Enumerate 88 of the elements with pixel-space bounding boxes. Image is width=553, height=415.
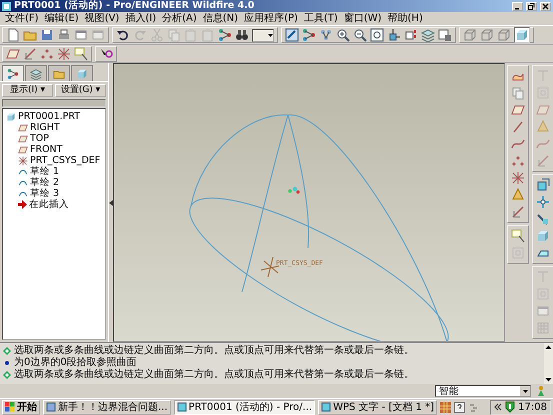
menu-item[interactable]: 窗口(W): [340, 12, 385, 25]
filter-dropdown[interactable]: 智能: [435, 385, 531, 397]
navigator-tab[interactable]: [2, 65, 24, 82]
caret-icon: [268, 34, 273, 36]
csys-icon: [18, 156, 28, 166]
tree-item[interactable]: RIGHT: [30, 122, 60, 133]
taskbar-button[interactable]: 新手！！边界混合问题...: [43, 400, 171, 414]
message-text: 为0边界的0段拾取参照曲面: [14, 357, 137, 368]
cone-icon[interactable]: [511, 188, 525, 202]
datum-plane-icon[interactable]: [6, 46, 20, 60]
layers-icon[interactable]: [30, 68, 42, 80]
menu-item[interactable]: 分析(A): [159, 12, 200, 25]
menu-item[interactable]: 视图(V): [82, 12, 122, 25]
menu-item[interactable]: 插入(I): [122, 12, 160, 25]
taskbar-button[interactable]: WPS 文字 - [文档 1 *]: [318, 400, 438, 414]
sketch-icon[interactable]: [511, 229, 525, 243]
help-cursor-icon[interactable]: [99, 46, 113, 60]
navigator-tab[interactable]: [71, 65, 93, 81]
point-icon[interactable]: [511, 154, 525, 168]
navigator-menu-button[interactable]: 显示(I) ▾: [2, 84, 53, 97]
tree-item[interactable]: TOP: [30, 133, 50, 144]
refit-icon[interactable]: [370, 28, 384, 42]
app-icon: [2, 2, 11, 10]
repaint-icon[interactable]: [285, 28, 299, 42]
new-file-icon[interactable]: [6, 28, 20, 42]
window-icon: [321, 402, 332, 412]
tree-item[interactable]: 草绘 1: [30, 165, 60, 178]
clock: 17:08: [518, 402, 547, 412]
shield-icon[interactable]: [505, 401, 516, 413]
taskbar-button[interactable]: PRT0001 (活动的) - Pro/...: [174, 400, 316, 414]
start-button[interactable]: 开始: [2, 400, 40, 414]
close-button[interactable]: [540, 2, 551, 10]
datum-point-icon[interactable]: [40, 46, 54, 60]
print-icon[interactable]: [57, 28, 71, 42]
part-icon: [6, 112, 16, 122]
navigator-menu-button[interactable]: 设置(G) ▾: [55, 84, 106, 97]
caret-icon: [522, 390, 528, 392]
coordinate-system-icon[interactable]: [57, 46, 71, 60]
bullet-icon: [3, 359, 11, 367]
curve-icon[interactable]: [511, 137, 525, 151]
scroll-up-icon[interactable]: [544, 343, 553, 352]
windows-flag-icon: [5, 402, 15, 412]
message-text: 选取两条或多条曲线或边链定义曲面第二方向。点或顶点可用来代替第一条或最后一条链。: [14, 345, 414, 356]
restore-button[interactable]: [526, 2, 537, 10]
chevron-icon[interactable]: [494, 403, 502, 411]
menu-item[interactable]: 帮助(H): [384, 12, 426, 25]
tree-item[interactable]: 在此插入: [29, 198, 69, 211]
csys-icon[interactable]: [511, 171, 525, 185]
collapse-arrow-icon[interactable]: [109, 200, 113, 206]
window-icon: [176, 402, 187, 412]
message-text: 选取两条或多条曲线或边链定义曲面第二方向。点或顶点可用来代替第一条或最后一条链。: [14, 369, 414, 381]
tree-item[interactable]: 草绘 3: [30, 187, 60, 200]
window-title: PRT0001 (活动的) - Pro/ENGINEER Wildfire 4.0: [14, 0, 256, 12]
axis-icon[interactable]: [511, 120, 525, 134]
find-icon[interactable]: [235, 28, 249, 42]
plane-icon[interactable]: [511, 103, 525, 117]
help-icon[interactable]: [454, 402, 466, 412]
sketch-tool-icon[interactable]: [74, 46, 88, 60]
menu-item[interactable]: 文件(F): [2, 12, 42, 25]
restore-icon: [528, 2, 535, 10]
undo-icon[interactable]: [116, 28, 130, 42]
scrollbar[interactable]: [544, 343, 553, 384]
move-icon[interactable]: [536, 195, 550, 209]
minimize-button[interactable]: [512, 2, 523, 10]
selection-filter-dropdown[interactable]: [252, 28, 274, 42]
menu-item[interactable]: 信息(N): [200, 12, 242, 25]
shading-icon[interactable]: [515, 28, 529, 42]
prompt-diamond-icon: [3, 347, 11, 355]
prompt-diamond-icon: [3, 371, 11, 379]
tree-item[interactable]: PRT_CSYS_DEF: [30, 155, 100, 166]
wireframe-icon[interactable]: [463, 28, 477, 42]
insert-arrow-icon: [18, 200, 27, 209]
tree-item[interactable]: PRT0001.PRT: [18, 111, 80, 122]
tree-item[interactable]: 草绘 2: [30, 176, 60, 189]
save-icon[interactable]: [40, 28, 54, 42]
window-icon[interactable]: [74, 28, 88, 42]
navigator-tab[interactable]: [25, 65, 47, 81]
window-icon: [46, 402, 56, 412]
tree-icon[interactable]: [7, 68, 19, 80]
scroll-down-icon[interactable]: [544, 375, 553, 384]
close-icon: [542, 2, 549, 10]
layers-icon[interactable]: [421, 28, 435, 42]
tree-item[interactable]: FRONT: [30, 144, 62, 155]
menu-item[interactable]: 工具(T): [300, 12, 341, 25]
menu-item[interactable]: 编辑(E): [42, 12, 82, 25]
zoom-out-icon[interactable]: [353, 28, 367, 42]
menu-item[interactable]: 应用程序(P): [241, 12, 301, 25]
zoom-in-icon[interactable]: [336, 28, 350, 42]
